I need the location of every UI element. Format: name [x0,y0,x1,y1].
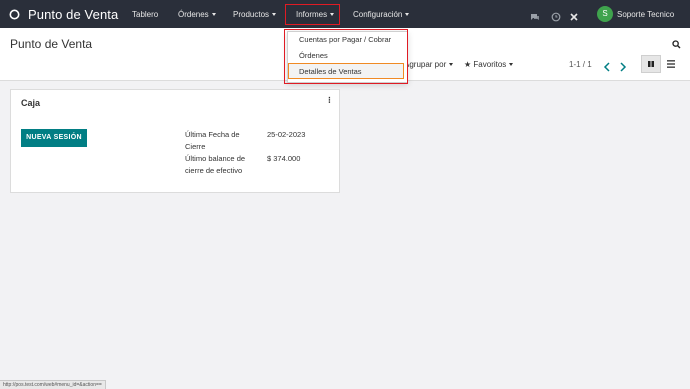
menu-configuracion[interactable]: Configuración [353,10,410,19]
last-balance-label: Último balance de cierre de efectivo [185,154,246,175]
menu-productos[interactable]: Productos [233,10,277,19]
chevron-down-icon [272,13,277,17]
search-icon[interactable] [672,36,681,54]
favorites-button[interactable]: ★ Favoritos [464,60,514,69]
app-title[interactable]: Punto de Venta [28,7,118,22]
card-menu-icon[interactable]: ⁝ [328,95,331,106]
card-title: Caja [21,98,41,108]
top-navbar: Punto de Venta [0,0,690,28]
tools-icon[interactable] [569,9,579,27]
kanban-view-button[interactable] [641,55,661,73]
star-icon: ★ [464,60,472,69]
dropdown-item-detalles-ventas[interactable]: Detalles de Ventas [299,67,362,76]
favorites-label: Favoritos [473,60,507,69]
avatar[interactable]: S [597,6,613,22]
new-session-button[interactable]: NUEVA SESIÓN [21,129,87,147]
group-by-label: Agrupar por [404,60,447,69]
menu-configuracion-label: Configuración [353,10,403,19]
page-title: Punto de Venta [10,37,93,51]
chat-icon[interactable] [530,9,540,27]
chevron-down-icon [509,63,514,67]
menu-ordenes-label: Órdenes [178,10,209,19]
pager-previous-icon[interactable] [603,59,611,77]
last-balance-value: $ 374.000 [267,154,301,163]
last-close-value: 25-02-2023 [267,130,306,139]
dropdown-item-cuentas[interactable]: Cuentas por Pagar / Cobrar [299,35,391,44]
last-close-label: Última Fecha de Cierre [185,130,240,151]
activity-clock-icon[interactable] [551,9,561,27]
pager-next-icon[interactable] [619,59,627,77]
informes-highlight-box [285,4,340,25]
menu-tablero[interactable]: Tablero [132,10,158,19]
pos-config-card: Caja ⁝ NUEVA SESIÓN Última Fecha de Cier… [10,89,340,193]
group-by-button[interactable]: Agrupar por [404,60,454,69]
menu-ordenes[interactable]: Órdenes [178,10,216,19]
user-menu-name[interactable]: Soporte Tecnico [617,10,674,19]
chevron-down-icon [405,13,410,17]
odoo-logo-icon[interactable] [9,9,20,20]
chevron-down-icon [449,63,454,67]
dropdown-item-ordenes[interactable]: Órdenes [299,51,328,60]
pager-value[interactable]: 1-1 / 1 [569,60,592,69]
list-view-button[interactable] [661,55,681,73]
menu-productos-label: Productos [233,10,270,19]
chevron-down-icon [211,13,216,17]
